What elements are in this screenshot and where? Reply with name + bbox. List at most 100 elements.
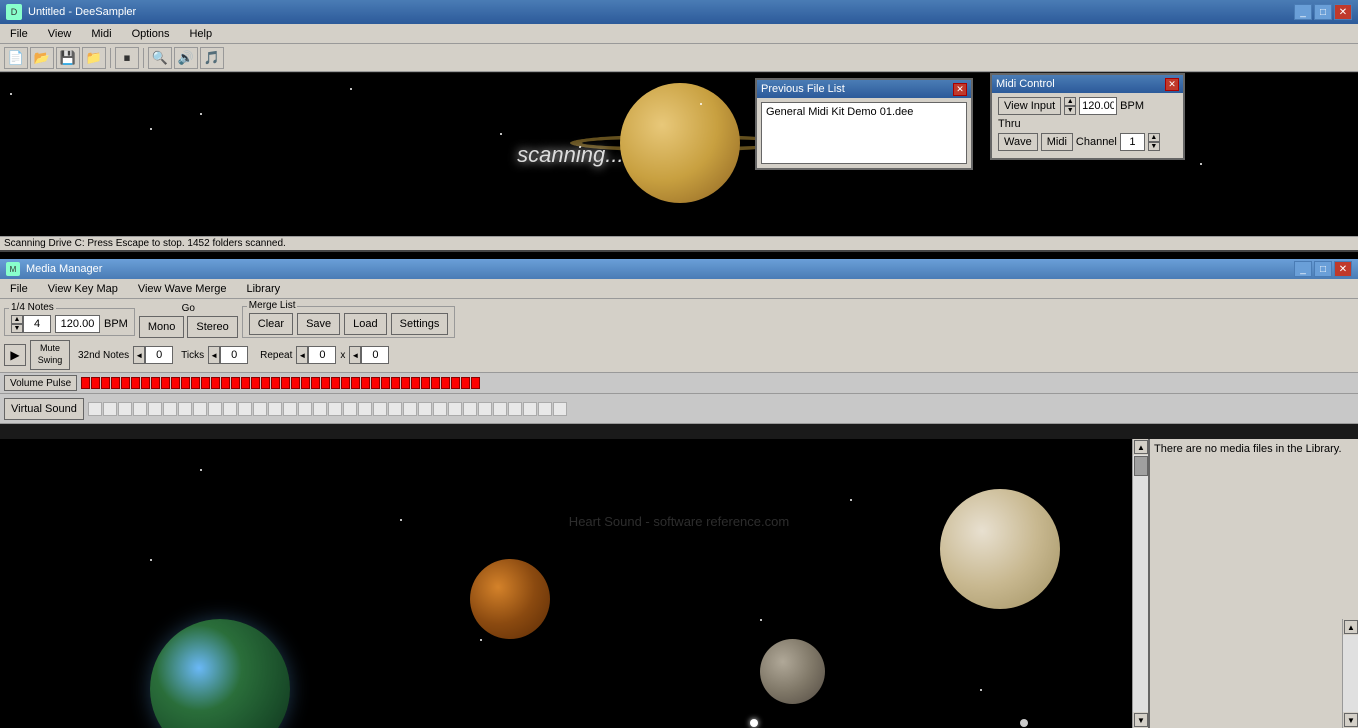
vs-cell[interactable] bbox=[238, 402, 252, 416]
vs-cell[interactable] bbox=[268, 402, 282, 416]
channel-down[interactable]: ▼ bbox=[1148, 142, 1160, 151]
menu-midi[interactable]: Midi bbox=[85, 27, 117, 41]
play-control-button[interactable]: ▶ bbox=[4, 344, 26, 366]
bottom-maximize[interactable]: □ bbox=[1314, 261, 1332, 277]
play-button[interactable]: 🎵 bbox=[200, 47, 224, 69]
ticks-down[interactable]: ◄ bbox=[208, 346, 220, 364]
vs-cell[interactable] bbox=[493, 402, 507, 416]
menu-file[interactable]: File bbox=[4, 27, 34, 41]
scroll-up[interactable]: ▲ bbox=[1134, 440, 1148, 454]
midi-close[interactable]: ✕ bbox=[1165, 78, 1179, 91]
clear-button[interactable]: Clear bbox=[249, 313, 293, 335]
vol-bar bbox=[281, 377, 290, 389]
vs-cell[interactable] bbox=[193, 402, 207, 416]
vs-cell[interactable] bbox=[343, 402, 357, 416]
prev-file-listbox[interactable]: General Midi Kit Demo 01.dee bbox=[761, 102, 967, 164]
channel-up[interactable]: ▲ bbox=[1148, 133, 1160, 142]
vs-cell[interactable] bbox=[178, 402, 192, 416]
vs-cell[interactable] bbox=[433, 402, 447, 416]
repeat2-down[interactable]: ◄ bbox=[349, 346, 361, 364]
vs-cell[interactable] bbox=[163, 402, 177, 416]
repeat-down[interactable]: ◄ bbox=[296, 346, 308, 364]
open-button[interactable]: 📂 bbox=[30, 47, 54, 69]
notes-input[interactable] bbox=[23, 315, 51, 333]
notes-32nd-input[interactable] bbox=[145, 346, 173, 364]
vs-cell[interactable] bbox=[403, 402, 417, 416]
vs-cell[interactable] bbox=[298, 402, 312, 416]
bpm-up[interactable]: ▲ bbox=[1064, 97, 1076, 106]
vol-bar bbox=[341, 377, 350, 389]
vs-cell[interactable] bbox=[538, 402, 552, 416]
vol-bar bbox=[201, 377, 210, 389]
save-button[interactable]: Save bbox=[297, 313, 340, 335]
vs-cell[interactable] bbox=[418, 402, 432, 416]
lib-scroll-up[interactable]: ▲ bbox=[1344, 620, 1358, 634]
bottom-minimize[interactable]: _ bbox=[1294, 261, 1312, 277]
repeat-input[interactable] bbox=[308, 346, 336, 364]
volume-pulse-button[interactable]: Volume Pulse bbox=[4, 375, 77, 391]
minimize-button[interactable]: _ bbox=[1294, 4, 1312, 20]
settings-button[interactable]: Settings bbox=[391, 313, 449, 335]
stop-button[interactable]: ⏹ bbox=[115, 47, 139, 69]
bpm-value-input[interactable] bbox=[55, 315, 100, 333]
menu-options[interactable]: Options bbox=[126, 27, 176, 41]
close-button[interactable]: ✕ bbox=[1334, 4, 1352, 20]
vs-cell[interactable] bbox=[103, 402, 117, 416]
bmenu-viewkeymap[interactable]: View Key Map bbox=[42, 282, 124, 296]
vs-cell[interactable] bbox=[148, 402, 162, 416]
bottom-close[interactable]: ✕ bbox=[1334, 261, 1352, 277]
notes-32nd-down[interactable]: ◄ bbox=[133, 346, 145, 364]
mute-swing-button[interactable]: Mute Swing bbox=[30, 340, 70, 370]
menu-help[interactable]: Help bbox=[183, 27, 218, 41]
prev-file-close[interactable]: ✕ bbox=[953, 83, 967, 96]
scroll-down[interactable]: ▼ bbox=[1134, 713, 1148, 727]
scrollbar-panel: ▲ ▼ bbox=[1132, 439, 1148, 728]
notes-down[interactable]: ▼ bbox=[11, 324, 23, 333]
vs-cell[interactable] bbox=[208, 402, 222, 416]
volume-bars bbox=[81, 377, 480, 389]
zoom-button[interactable]: 🔍 bbox=[148, 47, 172, 69]
vs-cell[interactable] bbox=[88, 402, 102, 416]
view-input-button[interactable]: View Input bbox=[998, 97, 1061, 115]
repeat2-input[interactable] bbox=[361, 346, 389, 364]
channel-input[interactable] bbox=[1120, 133, 1145, 151]
vs-cell[interactable] bbox=[313, 402, 327, 416]
bmenu-file[interactable]: File bbox=[4, 282, 34, 296]
bpm-input[interactable] bbox=[1079, 97, 1117, 115]
vs-cell[interactable] bbox=[388, 402, 402, 416]
load-button[interactable]: Load bbox=[344, 313, 386, 335]
vs-cell[interactable] bbox=[523, 402, 537, 416]
vs-cell[interactable] bbox=[118, 402, 132, 416]
ticks-input[interactable] bbox=[220, 346, 248, 364]
stereo-button[interactable]: Stereo bbox=[187, 316, 237, 338]
vs-cell[interactable] bbox=[223, 402, 237, 416]
vs-cell[interactable] bbox=[463, 402, 477, 416]
vs-cell[interactable] bbox=[358, 402, 372, 416]
menu-view[interactable]: View bbox=[42, 27, 78, 41]
virtual-sound-label[interactable]: Virtual Sound bbox=[4, 398, 84, 420]
new-button[interactable]: 📄 bbox=[4, 47, 28, 69]
vs-cell[interactable] bbox=[448, 402, 462, 416]
vs-cell[interactable] bbox=[253, 402, 267, 416]
vs-cell[interactable] bbox=[328, 402, 342, 416]
bmenu-library[interactable]: Library bbox=[241, 282, 287, 296]
mono-button[interactable]: Mono bbox=[139, 316, 185, 338]
open-folder-button[interactable]: 📁 bbox=[82, 47, 106, 69]
bpm-down[interactable]: ▼ bbox=[1064, 106, 1076, 115]
vs-cell[interactable] bbox=[133, 402, 147, 416]
maximize-button[interactable]: □ bbox=[1314, 4, 1332, 20]
prev-file-item[interactable]: General Midi Kit Demo 01.dee bbox=[764, 105, 964, 119]
scroll-thumb[interactable] bbox=[1134, 456, 1148, 476]
vs-cell[interactable] bbox=[478, 402, 492, 416]
volume-button[interactable]: 🔊 bbox=[174, 47, 198, 69]
bmenu-viewwavemerge[interactable]: View Wave Merge bbox=[132, 282, 233, 296]
vs-cell[interactable] bbox=[283, 402, 297, 416]
save-button[interactable]: 💾 bbox=[56, 47, 80, 69]
notes-up[interactable]: ▲ bbox=[11, 315, 23, 324]
midi-button[interactable]: Midi bbox=[1041, 133, 1073, 151]
lib-scroll-down[interactable]: ▼ bbox=[1344, 713, 1358, 727]
vs-cell[interactable] bbox=[508, 402, 522, 416]
vs-cell[interactable] bbox=[373, 402, 387, 416]
vs-cell[interactable] bbox=[553, 402, 567, 416]
wave-button[interactable]: Wave bbox=[998, 133, 1038, 151]
